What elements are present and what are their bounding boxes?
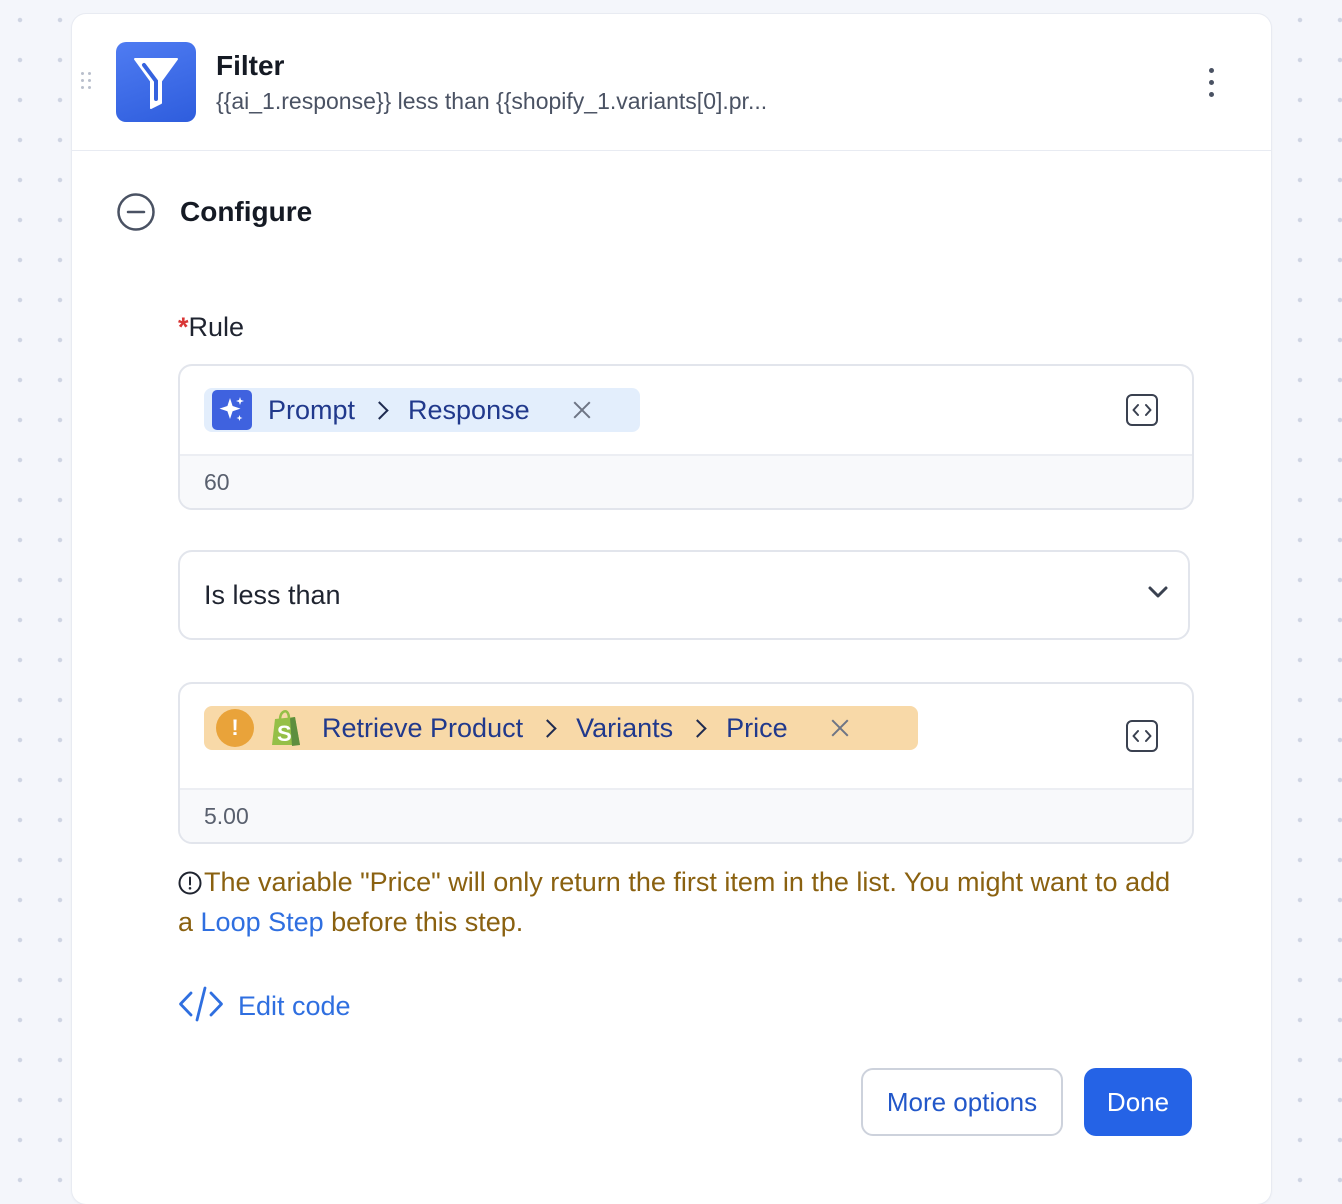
step-subtitle: {{ai_1.response}} less than {{shopify_1.… xyxy=(216,88,768,114)
second-value-preview: 5.00 xyxy=(180,788,1192,842)
chevron-down-icon xyxy=(1146,580,1170,604)
warning-text-suffix: before this step. xyxy=(323,907,524,937)
crumb-response: Response xyxy=(408,394,530,425)
chevron-right-icon xyxy=(538,718,557,738)
loop-step-link[interactable]: Loop Step xyxy=(201,907,324,937)
collapse-minus-icon[interactable] xyxy=(116,192,156,232)
first-value-field[interactable]: Prompt Response 60 xyxy=(178,364,1194,510)
second-value-field[interactable]: ! S Retrieve Product Variants Price 5.00 xyxy=(178,682,1194,844)
step-card: Filter {{ai_1.response}} less than {{sho… xyxy=(72,14,1271,1204)
code-brackets-icon xyxy=(178,986,224,1027)
first-value-pill[interactable]: Prompt Response xyxy=(204,388,640,432)
rule-label-text: Rule xyxy=(188,312,245,342)
chevron-right-icon xyxy=(688,718,707,738)
more-menu-icon[interactable] xyxy=(1200,66,1224,100)
code-toggle-icon[interactable] xyxy=(1126,394,1158,426)
rule-label: *Rule xyxy=(178,312,244,343)
code-toggle-icon[interactable] xyxy=(1126,720,1158,752)
crumb-price: Price xyxy=(726,712,788,743)
drag-handle-icon[interactable] xyxy=(81,72,95,92)
operator-select[interactable]: Is less than xyxy=(178,550,1190,640)
required-marker: * xyxy=(178,312,189,342)
crumb-prompt: Prompt xyxy=(268,394,356,425)
edit-code-link[interactable]: Edit code xyxy=(178,986,351,1027)
loop-warning-message: The variable "Price" will only return th… xyxy=(178,862,1178,942)
chevron-right-icon xyxy=(370,400,389,420)
step-title: Filter xyxy=(216,50,285,81)
sparkle-icon xyxy=(212,390,252,430)
svg-text:S: S xyxy=(277,721,292,746)
shopify-icon: S xyxy=(266,708,306,748)
done-button[interactable]: Done xyxy=(1084,1068,1192,1136)
section-title: Configure xyxy=(180,196,313,227)
more-options-button[interactable]: More options xyxy=(861,1068,1063,1136)
edit-code-label: Edit code xyxy=(238,991,351,1021)
remove-first-value-icon[interactable] xyxy=(572,400,592,420)
header-divider xyxy=(72,150,1271,151)
warning-badge-icon: ! xyxy=(216,709,254,747)
second-value-pill[interactable]: ! S Retrieve Product Variants Price xyxy=(204,706,918,750)
first-value-preview: 60 xyxy=(180,454,1192,508)
crumb-variants: Variants xyxy=(576,712,674,743)
operator-selected-value: Is less than xyxy=(204,580,341,610)
remove-second-value-icon[interactable] xyxy=(830,718,850,738)
info-circle-icon xyxy=(178,866,202,895)
funnel-icon xyxy=(116,42,196,122)
crumb-retrieve-product: Retrieve Product xyxy=(322,712,524,743)
